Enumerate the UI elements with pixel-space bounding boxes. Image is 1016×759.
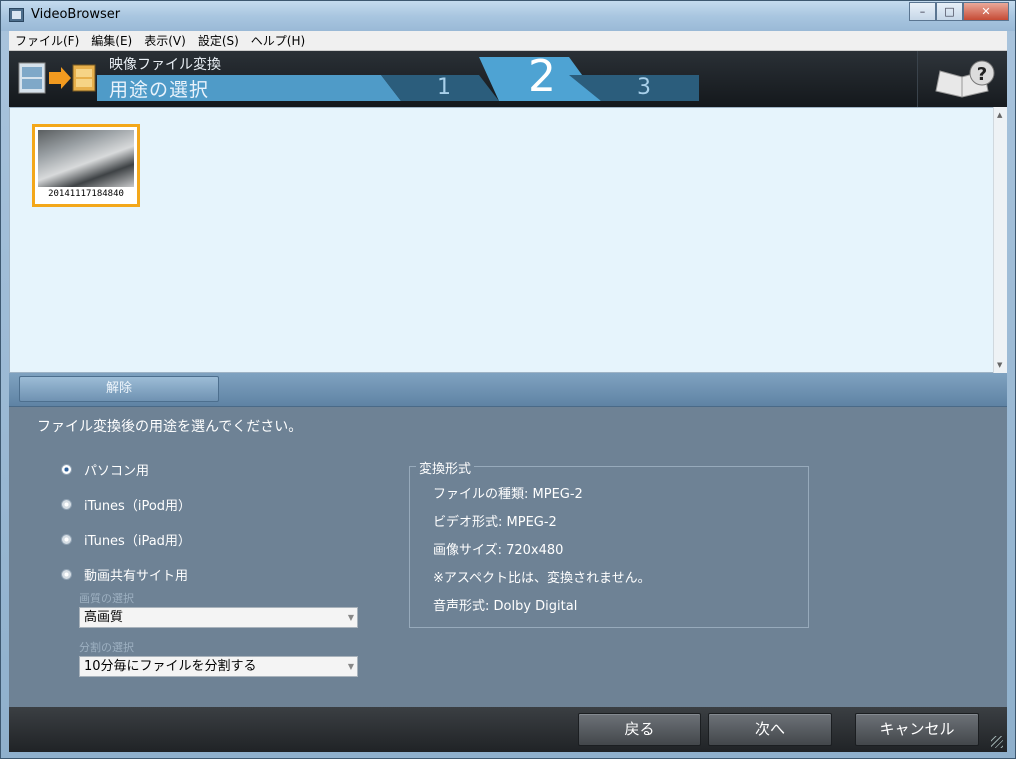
instruction-text: ファイル変換後の用途を選んでください。 [37,419,303,435]
option-video-sharing[interactable]: 動画共有サイト用 [61,565,188,584]
menu-bar: ファイル(F) 編集(E) 表示(V) 設定(S) ヘルプ(H) [9,31,1007,51]
thumbnail-image [38,130,134,187]
footer-bar: 戻る 次へ キャンセル [9,707,1007,752]
conversion-format-group: 変換形式 ファイルの種類: MPEG-2 ビデオ形式: MPEG-2 画像サイズ… [409,458,809,628]
wizard-header: 映像ファイル変換 用途の選択 1 2 3 ? [9,51,1007,107]
back-button[interactable]: 戻る [578,713,701,746]
option-pc[interactable]: パソコン用 [61,460,149,479]
resize-grip-icon[interactable] [991,736,1003,748]
header-subtitle: 映像ファイル変換 [109,57,221,73]
file-list-area[interactable]: 20141117184840 [9,107,999,373]
menu-file[interactable]: ファイル(F) [9,31,85,51]
help-book-icon: ? [935,60,995,98]
split-value: 10分毎にファイルを分割する [84,659,257,674]
radio-itunes-ipod[interactable] [61,499,72,510]
radio-itunes-ipad[interactable] [61,534,72,545]
quality-label: 画質の選択 [79,592,134,605]
conversion-legend: 変換形式 [416,458,475,477]
option-video-sharing-label: 動画共有サイト用 [84,569,189,584]
menu-edit[interactable]: 編集(E) [85,31,138,51]
thumbnail-label: 20141117184840 [48,189,124,199]
option-pc-label: パソコン用 [84,464,150,479]
next-button[interactable]: 次へ [708,713,832,746]
menu-help[interactable]: ヘルプ(H) [245,31,311,51]
step-2-current: 2 [528,51,556,102]
image-size-line: 画像サイズ: 720x480 [433,543,564,558]
release-button[interactable]: 解除 [19,376,219,402]
quality-select[interactable]: 高画質 ▼ [79,607,358,628]
app-window-icon [9,8,24,22]
option-itunes-ipad-label: iTunes（iPad用） [84,534,191,549]
cancel-button[interactable]: キャンセル [855,713,979,746]
aspect-note-line: ※アスペクト比は、変換されません。 [433,571,651,586]
maximize-button[interactable]: □ [936,2,963,21]
file-type-line: ファイルの種類: MPEG-2 [433,487,583,502]
video-thumbnail-selected[interactable]: 20141117184840 [32,124,140,207]
close-button[interactable]: ✕ [963,2,1009,21]
split-label: 分割の選択 [79,641,134,654]
split-select[interactable]: 10分毎にファイルを分割する ▼ [79,656,358,677]
quality-value: 高画質 [84,610,124,625]
chevron-down-icon: ▼ [347,662,354,671]
app-window: VideoBrowser – □ ✕ ファイル(F) 編集(E) 表示(V) 設… [0,0,1016,759]
menu-view[interactable]: 表示(V) [138,31,192,51]
window-title: VideoBrowser [31,7,121,22]
option-itunes-ipad[interactable]: iTunes（iPad用） [61,530,191,549]
minimize-button[interactable]: – [909,2,936,21]
radio-pc[interactable] [61,464,72,475]
step-3: 3 [637,75,651,100]
scroll-down-icon[interactable]: ▼ [997,361,1002,369]
release-bar: 解除 [9,373,1007,407]
option-itunes-ipod-label: iTunes（iPod用） [84,499,192,514]
scroll-up-icon[interactable]: ▲ [997,111,1002,119]
svg-text:?: ? [977,64,987,85]
video-format-line: ビデオ形式: MPEG-2 [433,515,557,530]
vertical-scrollbar[interactable]: ▲ ▼ [993,107,1007,373]
header-title: 用途の選択 [109,79,210,101]
option-itunes-ipod[interactable]: iTunes（iPod用） [61,495,191,514]
help-button[interactable]: ? [917,51,1007,107]
title-bar[interactable]: VideoBrowser – □ ✕ [1,1,1015,31]
menu-settings[interactable]: 設定(S) [192,31,245,51]
audio-format-line: 音声形式: Dolby Digital [433,599,578,614]
radio-video-sharing[interactable] [61,569,72,580]
options-panel: ファイル変換後の用途を選んでください。 パソコン用 iTunes（iPod用） … [9,407,1007,707]
video-convert-icon [18,62,96,94]
chevron-down-icon: ▼ [347,613,354,622]
step-1: 1 [437,75,451,100]
